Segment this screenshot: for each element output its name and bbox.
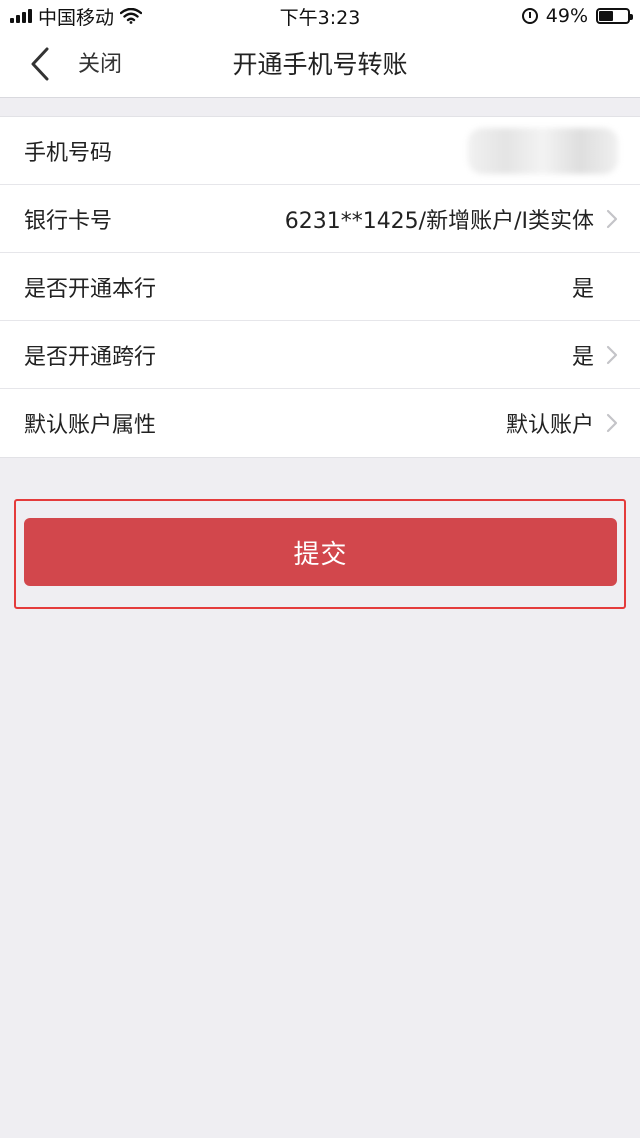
row-value: 6231**1425/新增账户/I类实体 xyxy=(284,208,594,234)
blurred-phone-value xyxy=(468,127,618,174)
row-default-account[interactable]: 默认账户属性 默认账户 xyxy=(0,389,640,457)
signal-icon xyxy=(10,9,32,23)
wifi-icon xyxy=(120,8,143,24)
chevron-left-icon xyxy=(31,47,49,81)
back-button[interactable] xyxy=(22,42,58,86)
battery-icon xyxy=(596,8,633,24)
row-right: 6231**1425/新增账户/I类实体 xyxy=(285,203,618,235)
battery-percent: 49% xyxy=(545,5,588,27)
row-phone-number: 手机号码 xyxy=(0,117,640,185)
row-value: 默认账户 xyxy=(505,413,594,438)
row-right: 是 xyxy=(572,271,618,303)
submit-button[interactable]: 提交 xyxy=(24,518,617,586)
chevron-right-icon xyxy=(606,413,618,433)
row-value: 是 xyxy=(571,276,594,302)
row-label: 是否开通跨行 xyxy=(24,344,157,370)
row-right xyxy=(468,127,618,174)
alarm-icon xyxy=(521,8,538,24)
status-left: 中国移动 xyxy=(10,3,143,30)
battery-fill xyxy=(599,11,613,21)
row-open-interbank[interactable]: 是否开通跨行 是 xyxy=(0,321,640,389)
row-right: 默认账户 xyxy=(506,407,618,439)
chevron-right-icon xyxy=(606,209,618,228)
row-label: 银行卡号 xyxy=(24,208,113,234)
carrier-label: 中国移动 xyxy=(38,6,115,29)
nav-bar: 关闭 开通手机号转账 xyxy=(0,32,640,98)
row-right: 是 xyxy=(572,339,618,371)
chevron-right-icon xyxy=(606,345,618,364)
close-button[interactable]: 关闭 xyxy=(78,32,122,98)
row-bank-card[interactable]: 银行卡号 6231**1425/新增账户/I类实体 xyxy=(0,185,640,253)
row-open-local: 是否开通本行 是 xyxy=(0,253,640,321)
row-value: 是 xyxy=(571,344,594,370)
row-label: 手机号码 xyxy=(24,140,113,166)
row-label: 是否开通本行 xyxy=(24,276,157,302)
form-list: 手机号码 银行卡号 6231**1425/新增账户/I类实体 是否开通本行 是 … xyxy=(0,116,640,458)
status-right: 49% xyxy=(521,5,633,27)
status-bar: 中国移动 下午3:23 49% xyxy=(0,0,640,32)
row-label: 默认账户属性 xyxy=(24,413,157,438)
